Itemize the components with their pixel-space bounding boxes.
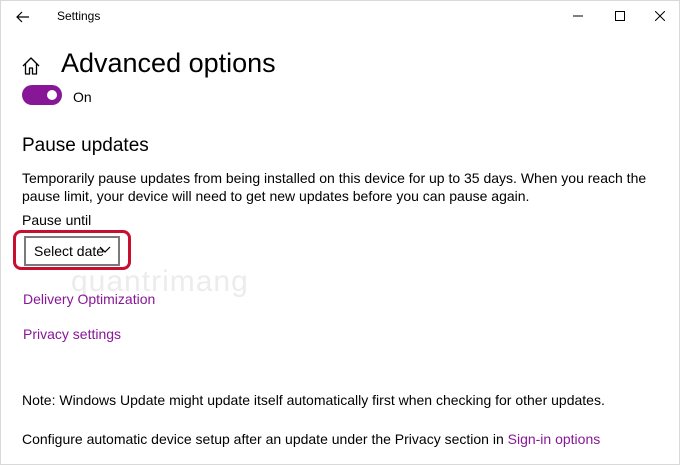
select-date-value: Select date <box>34 243 105 259</box>
advanced-options-toggle[interactable] <box>22 85 62 105</box>
windows-update-note: Note: Windows Update might update itself… <box>22 392 605 408</box>
window-title: Settings <box>57 9 101 23</box>
delivery-optimization-link[interactable]: Delivery Optimization <box>23 291 155 307</box>
home-icon[interactable] <box>21 56 41 76</box>
settings-window: Settings Advanced options On Pause updat… <box>0 0 680 465</box>
minimize-icon <box>573 15 583 17</box>
back-arrow-icon <box>16 11 29 23</box>
pause-date-select[interactable]: Select date <box>24 236 120 266</box>
close-button[interactable] <box>637 1 679 31</box>
sign-in-options-link[interactable]: Sign-in options <box>508 431 601 447</box>
minimize-button[interactable] <box>555 1 601 31</box>
toggle-knob <box>47 90 57 100</box>
back-button[interactable] <box>11 5 35 29</box>
configure-setup-text: Configure automatic device setup after a… <box>22 431 600 447</box>
pause-until-label: Pause until <box>22 212 92 228</box>
chevron-down-icon <box>99 246 111 253</box>
privacy-settings-link[interactable]: Privacy settings <box>23 326 121 342</box>
toggle-state-label: On <box>73 89 92 105</box>
maximize-icon <box>615 11 625 21</box>
pause-updates-description: Temporarily pause updates from being ins… <box>22 170 647 204</box>
pause-updates-heading: Pause updates <box>22 135 149 156</box>
page-title: Advanced options <box>61 48 276 78</box>
configure-prefix: Configure automatic device setup after a… <box>22 431 508 447</box>
close-icon <box>655 11 665 21</box>
title-bar: Settings <box>1 1 679 33</box>
